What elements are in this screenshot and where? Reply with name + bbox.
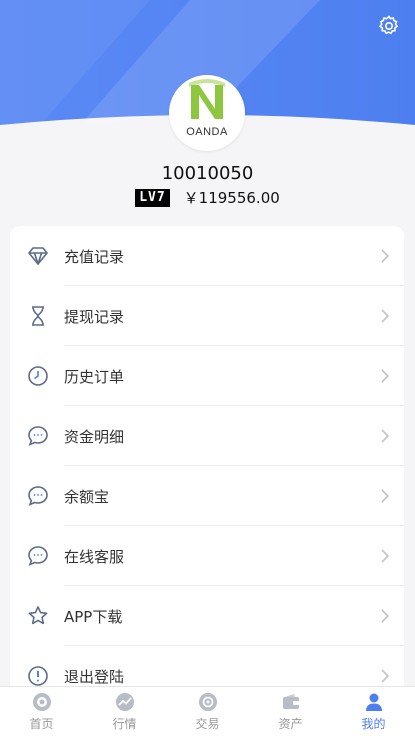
trend-icon [115,693,134,711]
menu-item-label: 余额宝 [64,487,110,506]
tab-market[interactable]: 行情 [83,687,166,736]
menu-item-label: 在线客服 [64,547,125,566]
user-icon [365,693,382,711]
tab-trade[interactable]: 交易 [166,687,249,736]
settings-gear-icon[interactable] [377,14,401,38]
chevron-right-icon [381,429,390,443]
wallet-icon [282,694,299,709]
clock-icon [26,364,50,388]
menu-item-online-service[interactable]: 在线客服 [10,526,404,586]
menu-item-order-history[interactable]: 历史订单 [10,346,404,406]
chat-bubble-icon [26,424,50,448]
chevron-right-icon [381,489,390,503]
menu-item-label: 提现记录 [64,307,125,326]
menu-item-fund-details[interactable]: 资金明细 [10,406,404,466]
tab-label: 我的 [361,717,386,731]
tab-label: 资产 [278,717,303,731]
diamond-icon [26,244,50,268]
menu-item-label: 充值记录 [64,247,125,266]
level-balance-row: LV7 ￥119556.00 [0,187,415,208]
menu-item-label: APP下载 [64,607,123,626]
chat-bubble-icon [26,544,50,568]
tab-assets[interactable]: 资产 [249,687,332,736]
chevron-right-icon [381,669,390,683]
tab-label: 交易 [195,717,220,731]
menu-item-balance-treasure[interactable]: 余额宝 [10,466,404,526]
star-icon [26,604,50,628]
chevron-right-icon [381,549,390,563]
home-icon [32,693,51,711]
account-balance: ￥119556.00 [183,189,280,207]
menu-item-label: 资金明细 [64,427,125,446]
avatar-brand-text: OANDA [186,126,228,138]
level-badge: LV7 [135,188,170,207]
chevron-right-icon [381,369,390,383]
chevron-right-icon [381,249,390,263]
user-id: 10010050 [161,163,254,184]
hourglass-icon [26,304,50,328]
avatar[interactable]: OANDA [169,75,245,151]
chevron-right-icon [381,609,390,623]
exclamation-icon [26,664,50,688]
menu-item-recharge-records[interactable]: 充值记录 [10,226,404,286]
exchange-icon [198,693,217,711]
menu-card: 充值记录 提现记录 历史订单 资金明细 余额宝 在线客服 APP下载 退出登陆 [10,226,404,696]
tab-label: 行情 [112,717,137,731]
tab-mine[interactable]: 我的 [332,687,415,736]
tab-label: 首页 [29,717,54,731]
menu-item-app-download[interactable]: APP下载 [10,586,404,646]
oanda-logo-icon [189,79,225,119]
chat-bubble-icon [26,484,50,508]
tab-home[interactable]: 首页 [0,687,83,736]
menu-item-label: 退出登陆 [64,667,125,686]
bottom-tab-bar: 首页 行情 交易 资产 我的 [0,686,415,736]
menu-item-label: 历史订单 [64,367,125,386]
chevron-right-icon [381,309,390,323]
menu-item-withdraw-records[interactable]: 提现记录 [10,286,404,346]
